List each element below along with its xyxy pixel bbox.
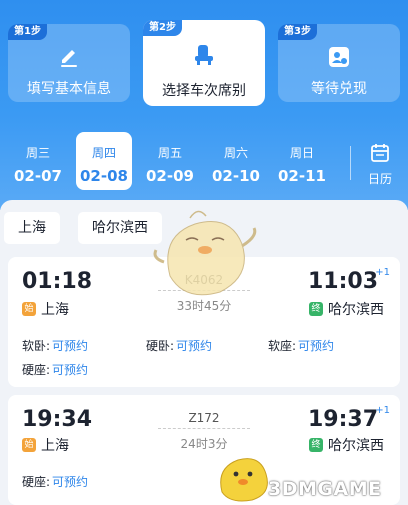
arrival-station: 终 哈尔滨西 [309,435,384,455]
date-value: 02-07 [14,167,62,185]
step-2[interactable]: 第2步 选择车次席别 [143,20,265,106]
end-badge: 终 [309,438,323,452]
route-line [158,428,250,429]
seat-status: 可预约 [298,339,335,353]
seat-status: 可预约 [176,339,213,353]
seat-option[interactable]: 软卧: 可预约 [22,337,88,354]
step-tag: 第1步 [8,24,47,40]
seat-option[interactable]: 硬座: 可预约 [22,473,88,490]
date-value: 02-11 [278,167,326,185]
calendar-button[interactable]: 日历 [358,142,402,187]
date-value: 02-09 [146,167,194,185]
station-name: 哈尔滨西 [328,302,384,318]
date-value: 02-10 [212,167,260,185]
step-label: 选择车次席别 [162,83,246,99]
step-label: 填写基本信息 [27,81,111,97]
weekday: 周四 [91,146,116,160]
date-selector: 周三 02-07 周四 02-08 周五 02-09 周六 02-10 周日 0… [8,132,400,194]
ticket-icon [329,47,349,67]
date-value: 02-08 [80,167,128,185]
divider [350,146,351,180]
arrival-station: 终 哈尔滨西 [309,299,384,319]
weekday: 周五 [157,146,182,160]
seat-type: 硬座: [22,475,51,489]
next-day-marker: +1 [375,405,390,416]
calendar-label: 日历 [367,172,392,186]
start-badge: 始 [22,302,36,316]
mascot-watermark [153,210,257,296]
logo-mascot [220,458,268,502]
arrival-time: 19:37 [307,407,378,432]
seat-icon [195,45,213,65]
date-item[interactable]: 周三 02-07 [10,132,66,190]
seat-option[interactable]: 软座: 可预约 [268,337,334,354]
step-label: 等待兑现 [311,81,367,97]
arrival-time: 11:03 [307,269,378,294]
seat-type: 软卧: [22,339,51,353]
date-item[interactable]: 周日 02-11 [274,132,330,190]
departure-station: 始 上海 [22,299,69,319]
seat-type: 硬座: [22,363,51,377]
seat-type: 硬卧: [146,339,175,353]
watermark-text: 3DMGAME [268,478,382,500]
station-name: 上海 [41,302,69,318]
departure-station: 始 上海 [22,435,69,455]
date-item[interactable]: 周五 02-09 [142,132,198,190]
start-badge: 始 [22,438,36,452]
weekday: 周日 [289,146,314,160]
seat-type: 软座: [268,339,297,353]
date-item[interactable]: 周六 02-10 [208,132,264,190]
step-indicator: 第1步 填写基本信息 第2步 选择车次席别 第3步 等待兑现 [8,20,400,106]
pencil-icon [61,50,77,67]
next-day-marker: +1 [375,267,390,278]
step-1[interactable]: 第1步 填写基本信息 [8,24,130,102]
calendar-icon [371,144,389,162]
step-tag: 第2步 [143,20,182,36]
seat-option[interactable]: 硬座: 可预约 [22,361,88,378]
end-badge: 终 [309,302,323,316]
seat-status: 可预约 [52,475,89,489]
seat-status: 可预约 [52,363,89,377]
date-item-selected[interactable]: 周四 02-08 [76,132,132,190]
weekday: 周六 [223,146,248,160]
seat-option[interactable]: 硬卧: 可预约 [146,337,212,354]
station-name: 哈尔滨西 [328,438,384,454]
step-tag: 第3步 [278,24,317,40]
station-name: 上海 [41,438,69,454]
seat-status: 可预约 [52,339,89,353]
step-3[interactable]: 第3步 等待兑现 [278,24,400,102]
from-station-chip[interactable]: 上海 [4,212,60,244]
weekday: 周三 [25,146,50,160]
